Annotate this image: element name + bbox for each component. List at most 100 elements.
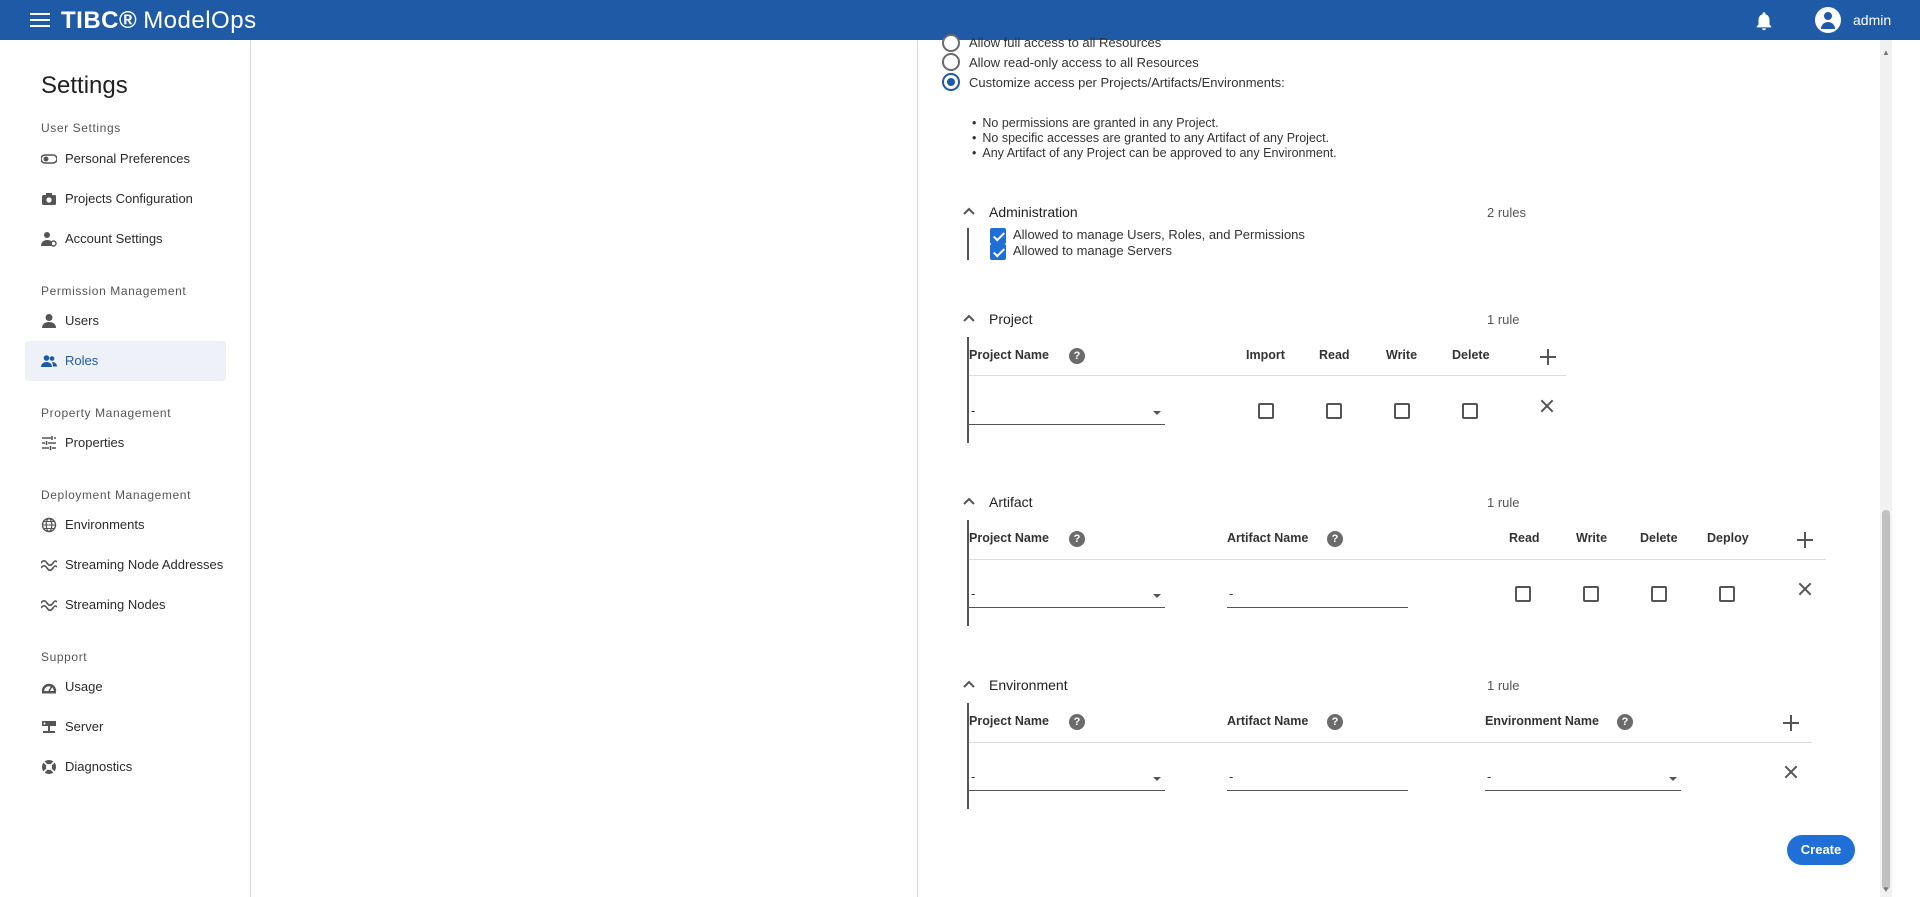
help-icon[interactable]: ? — [1327, 531, 1343, 547]
access-note: Any Artifact of any Project can be appro… — [972, 146, 1336, 160]
section-guide-line — [967, 228, 969, 260]
sidebar-item-streaming-nodes[interactable]: Streaming Nodes — [25, 585, 226, 625]
col-import: Import — [1246, 348, 1285, 362]
sidebar-item-roles[interactable]: Roles — [25, 341, 226, 381]
add-environment-rule-icon[interactable] — [1783, 715, 1799, 731]
collapse-chevron-up-icon[interactable] — [962, 204, 976, 218]
scroll-down-arrow-icon[interactable]: ▼ — [1882, 885, 1890, 894]
checkbox-deploy[interactable] — [1719, 586, 1735, 602]
help-icon[interactable]: ? — [1617, 714, 1633, 730]
radio-read-only-access[interactable] — [942, 53, 960, 71]
settings-sidebar: Settings User Settings Personal Preferen… — [0, 40, 251, 897]
checkbox-import[interactable] — [1258, 403, 1274, 419]
remove-rule-close-icon[interactable] — [1785, 766, 1797, 778]
sidebar-item-label: Users — [65, 313, 99, 328]
brand-secondary: ModelOps — [143, 7, 257, 34]
sidebar-item-server[interactable]: Server — [25, 707, 226, 747]
checkbox-manage-users[interactable] — [990, 228, 1006, 244]
lifebuoy-icon — [42, 760, 56, 774]
sidebar-item-label: Environments — [65, 517, 145, 532]
scrollbar-thumb[interactable] — [1882, 510, 1890, 890]
camera-icon — [42, 193, 56, 205]
checkbox-write[interactable] — [1583, 586, 1599, 602]
sidebar-item-streaming-node-addresses[interactable]: Streaming Node Addresses — [25, 545, 226, 585]
checkbox-delete[interactable] — [1462, 403, 1478, 419]
col-read: Read — [1319, 348, 1350, 362]
remove-rule-close-icon[interactable] — [1541, 400, 1553, 412]
field-value: - — [1229, 769, 1234, 784]
help-icon[interactable]: ? — [1069, 531, 1085, 547]
project-rule-count: 1 rule — [1487, 312, 1520, 327]
help-icon[interactable]: ? — [1069, 714, 1085, 730]
notifications-bell-icon[interactable] — [1753, 10, 1775, 32]
server-icon — [42, 721, 56, 733]
field-value: - — [1229, 586, 1234, 601]
col-artifact-name: Artifact Name — [1227, 714, 1309, 728]
artifact-name-input[interactable]: - — [1227, 580, 1408, 608]
collapse-chevron-up-icon[interactable] — [962, 494, 976, 508]
sidebar-item-label: Account Settings — [65, 231, 163, 246]
sidebar-item-environments[interactable]: Environments — [25, 505, 226, 545]
user-name[interactable]: admin — [1853, 12, 1891, 28]
col-delete: Delete — [1452, 348, 1490, 362]
add-project-rule-icon[interactable] — [1540, 349, 1556, 365]
dropdown-caret-icon — [1153, 411, 1161, 415]
sidebar-title: Settings — [41, 72, 128, 99]
env-artifact-name-input[interactable]: - — [1227, 763, 1408, 791]
section-user-settings: User Settings — [41, 121, 121, 135]
main-scrollbar[interactable]: ▲ ▼ — [1880, 40, 1892, 897]
sidebar-item-account-settings[interactable]: Account Settings — [25, 219, 226, 259]
checkbox-read[interactable] — [1515, 586, 1531, 602]
collapse-chevron-up-icon[interactable] — [962, 677, 976, 691]
section-environment-title: Environment — [989, 677, 1068, 693]
collapse-chevron-up-icon[interactable] — [962, 311, 976, 325]
checkbox-read[interactable] — [1326, 403, 1342, 419]
hamburger-menu-icon[interactable] — [30, 13, 50, 27]
stream-wave-icon — [41, 559, 57, 572]
header-divider — [969, 375, 1566, 376]
user-avatar-icon[interactable] — [1815, 7, 1841, 33]
radio-full-access[interactable] — [942, 34, 960, 52]
administration-rule-count: 2 rules — [1487, 205, 1527, 220]
env-project-name-select[interactable]: - — [969, 763, 1165, 791]
field-value: - — [1487, 769, 1492, 784]
panel-divider — [917, 40, 918, 897]
checkbox-write[interactable] — [1394, 403, 1410, 419]
access-note: No specific accesses are granted to any … — [972, 131, 1329, 145]
admin-rule-label: Allowed to manage Users, Roles, and Perm… — [1013, 227, 1305, 242]
person-icon — [42, 314, 56, 328]
checkbox-manage-servers[interactable] — [990, 244, 1006, 260]
col-project-name: Project Name — [969, 531, 1049, 545]
artifact-project-name-select[interactable]: - — [969, 580, 1165, 608]
sidebar-item-personal-preferences[interactable]: Personal Preferences — [25, 139, 226, 179]
group-icon — [41, 355, 57, 367]
toggle-icon — [41, 154, 57, 164]
project-name-select[interactable]: - — [969, 397, 1165, 425]
radio-customize-access[interactable] — [942, 73, 960, 91]
add-artifact-rule-icon[interactable] — [1797, 532, 1813, 548]
sidebar-item-properties[interactable]: Properties — [25, 423, 226, 463]
header-divider — [969, 742, 1812, 743]
col-project-name: Project Name — [969, 714, 1049, 728]
sidebar-item-diagnostics[interactable]: Diagnostics — [25, 747, 226, 787]
sidebar-item-usage[interactable]: Usage — [25, 667, 226, 707]
col-write: Write — [1576, 531, 1608, 545]
section-permission-management: Permission Management — [41, 284, 187, 298]
sidebar-item-label: Usage — [65, 679, 103, 694]
usage-icon — [41, 683, 57, 694]
sidebar-item-projects-configuration[interactable]: Projects Configuration — [25, 179, 226, 219]
create-button[interactable]: Create — [1787, 835, 1855, 865]
col-environment-name: Environment Name — [1485, 714, 1599, 728]
checkbox-delete[interactable] — [1651, 586, 1667, 602]
admin-rule-label: Allowed to manage Servers — [1013, 243, 1172, 258]
scroll-up-arrow-icon[interactable]: ▲ — [1882, 48, 1890, 57]
sidebar-item-label: Properties — [65, 435, 125, 450]
environment-name-select[interactable]: - — [1485, 763, 1681, 791]
remove-rule-close-icon[interactable] — [1799, 583, 1811, 595]
help-icon[interactable]: ? — [1069, 348, 1085, 364]
dropdown-caret-icon — [1153, 777, 1161, 781]
section-project-title: Project — [989, 311, 1033, 327]
sidebar-item-users[interactable]: Users — [25, 301, 226, 341]
section-property-management: Property Management — [41, 406, 172, 420]
help-icon[interactable]: ? — [1327, 714, 1343, 730]
